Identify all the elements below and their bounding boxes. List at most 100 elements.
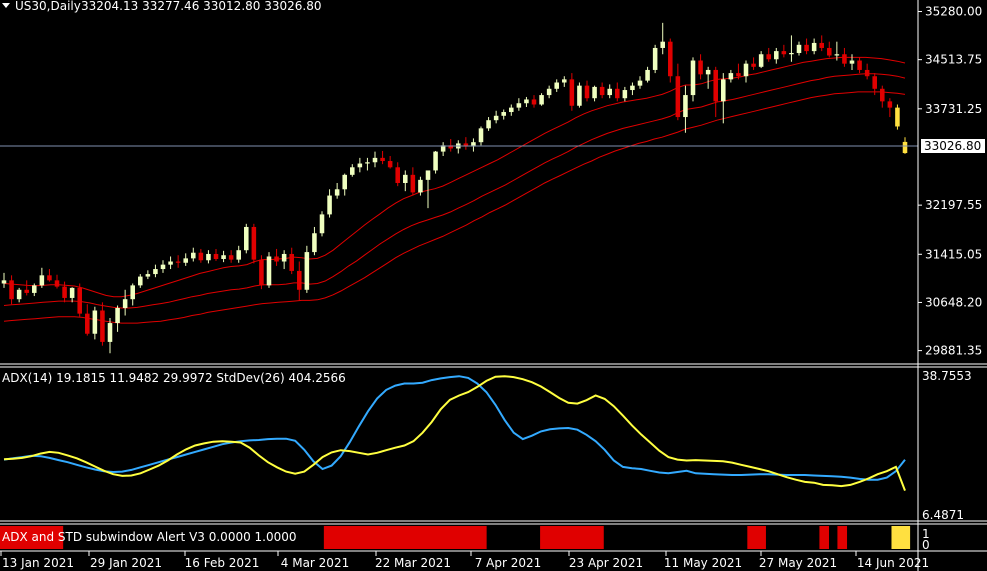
candle-body <box>138 276 143 286</box>
candle-body <box>281 253 287 262</box>
candle-body <box>493 115 499 121</box>
alert-bar <box>576 526 586 549</box>
time-tick-label: 13 Jan 2021 <box>2 556 74 570</box>
candle-body <box>607 88 612 96</box>
candle-body <box>622 90 628 99</box>
candle-body <box>304 252 310 290</box>
candle-body <box>675 76 681 118</box>
candle-body <box>766 54 771 60</box>
alert-bar <box>747 526 757 549</box>
candle-body <box>478 128 484 143</box>
candle-body <box>433 151 438 171</box>
candle-body <box>130 285 135 300</box>
alert-bar <box>567 526 577 549</box>
candle-body <box>615 88 620 99</box>
candle-body <box>516 103 522 108</box>
candle-body <box>743 63 749 77</box>
alert-bar <box>819 526 830 549</box>
current-price-label: 33026.80 <box>924 139 981 153</box>
candle-body <box>77 287 82 314</box>
candle-body <box>160 264 166 270</box>
candle-body <box>569 79 575 106</box>
candle-body <box>289 253 294 271</box>
candle-body <box>842 54 847 64</box>
adx-axis-bottom: 6.4871 <box>922 508 964 522</box>
candle-body <box>100 310 105 342</box>
candle-body <box>39 275 45 286</box>
time-tick-label: 14 Jun 2021 <box>857 556 929 570</box>
candle-body <box>251 226 257 260</box>
candle-body <box>24 289 29 293</box>
alert-bar <box>368 526 379 549</box>
candle-body <box>599 86 605 96</box>
candle-body <box>319 214 325 234</box>
candle-body <box>781 51 787 55</box>
candle-body <box>721 79 726 102</box>
candle-body <box>660 41 665 48</box>
candle-body <box>122 299 128 308</box>
alert-bar <box>594 526 604 549</box>
candle-body <box>244 226 249 251</box>
alert-bar <box>449 526 460 549</box>
candle-body <box>274 256 279 262</box>
alert-bar <box>756 526 766 549</box>
ohlc-label: 33204.13 33277.46 33012.80 33026.80 <box>81 0 321 13</box>
candle-body <box>819 42 824 48</box>
candle-body <box>228 255 234 260</box>
candle-body <box>804 44 809 52</box>
candle-body <box>751 63 756 67</box>
alert-bar <box>468 526 478 549</box>
alert-bar <box>431 526 442 549</box>
candle-body <box>168 261 173 265</box>
candle-body <box>410 174 416 193</box>
alert-bar <box>341 526 352 549</box>
price-tick-label: 34513.75 <box>925 53 982 67</box>
candle-body <box>350 167 355 175</box>
candle-body <box>531 99 537 105</box>
alert-bar <box>837 526 848 549</box>
candle-body <box>857 60 862 70</box>
time-tick-label: 23 Apr 2021 <box>569 556 643 570</box>
candle-body <box>418 179 423 193</box>
alert-axis-bottom: 0 <box>922 538 930 552</box>
candle-body <box>92 310 98 334</box>
candle-body <box>501 112 506 116</box>
alert-bar <box>900 526 911 549</box>
candle-body <box>206 253 211 261</box>
candle-body <box>221 255 226 259</box>
candle-body <box>683 95 688 118</box>
time-tick-label: 7 Apr 2021 <box>475 556 542 570</box>
candle-body <box>849 60 855 64</box>
candle-body <box>395 167 400 183</box>
candle-body <box>213 253 219 259</box>
candle-body <box>191 252 196 259</box>
candle-body <box>236 250 241 260</box>
candle-body <box>425 170 431 180</box>
alert-bar <box>323 526 334 549</box>
candle-body <box>652 47 658 70</box>
chart-header[interactable]: US30,Daily 33204.13 33277.46 33012.80 33… <box>2 0 321 13</box>
candle-body <box>372 157 378 163</box>
candle-body <box>645 69 650 81</box>
time-tick-label: 29 Jan 2021 <box>90 556 162 570</box>
candle-body <box>387 161 393 168</box>
candle-body <box>115 307 120 324</box>
alert-bar <box>350 526 361 549</box>
candle-body <box>736 73 741 77</box>
candle-body <box>713 69 718 102</box>
alert-bar <box>891 526 902 549</box>
price-tick-label: 31415.05 <box>925 247 982 261</box>
candle-body <box>637 80 643 86</box>
candle-body <box>728 73 734 80</box>
candle-body <box>357 163 363 168</box>
candle-body <box>183 258 188 263</box>
candle-body <box>266 256 272 286</box>
alert-bar <box>386 526 397 549</box>
symbol-label: US30,Daily <box>15 0 81 13</box>
adx-panel-title: ADX(14) 19.1815 11.9482 29.9972 StdDev(2… <box>2 371 346 385</box>
candle-body <box>312 233 317 253</box>
alert-bar <box>332 526 343 549</box>
candle-body <box>1 280 7 284</box>
candle-body <box>342 174 347 190</box>
candle-body <box>554 82 559 89</box>
